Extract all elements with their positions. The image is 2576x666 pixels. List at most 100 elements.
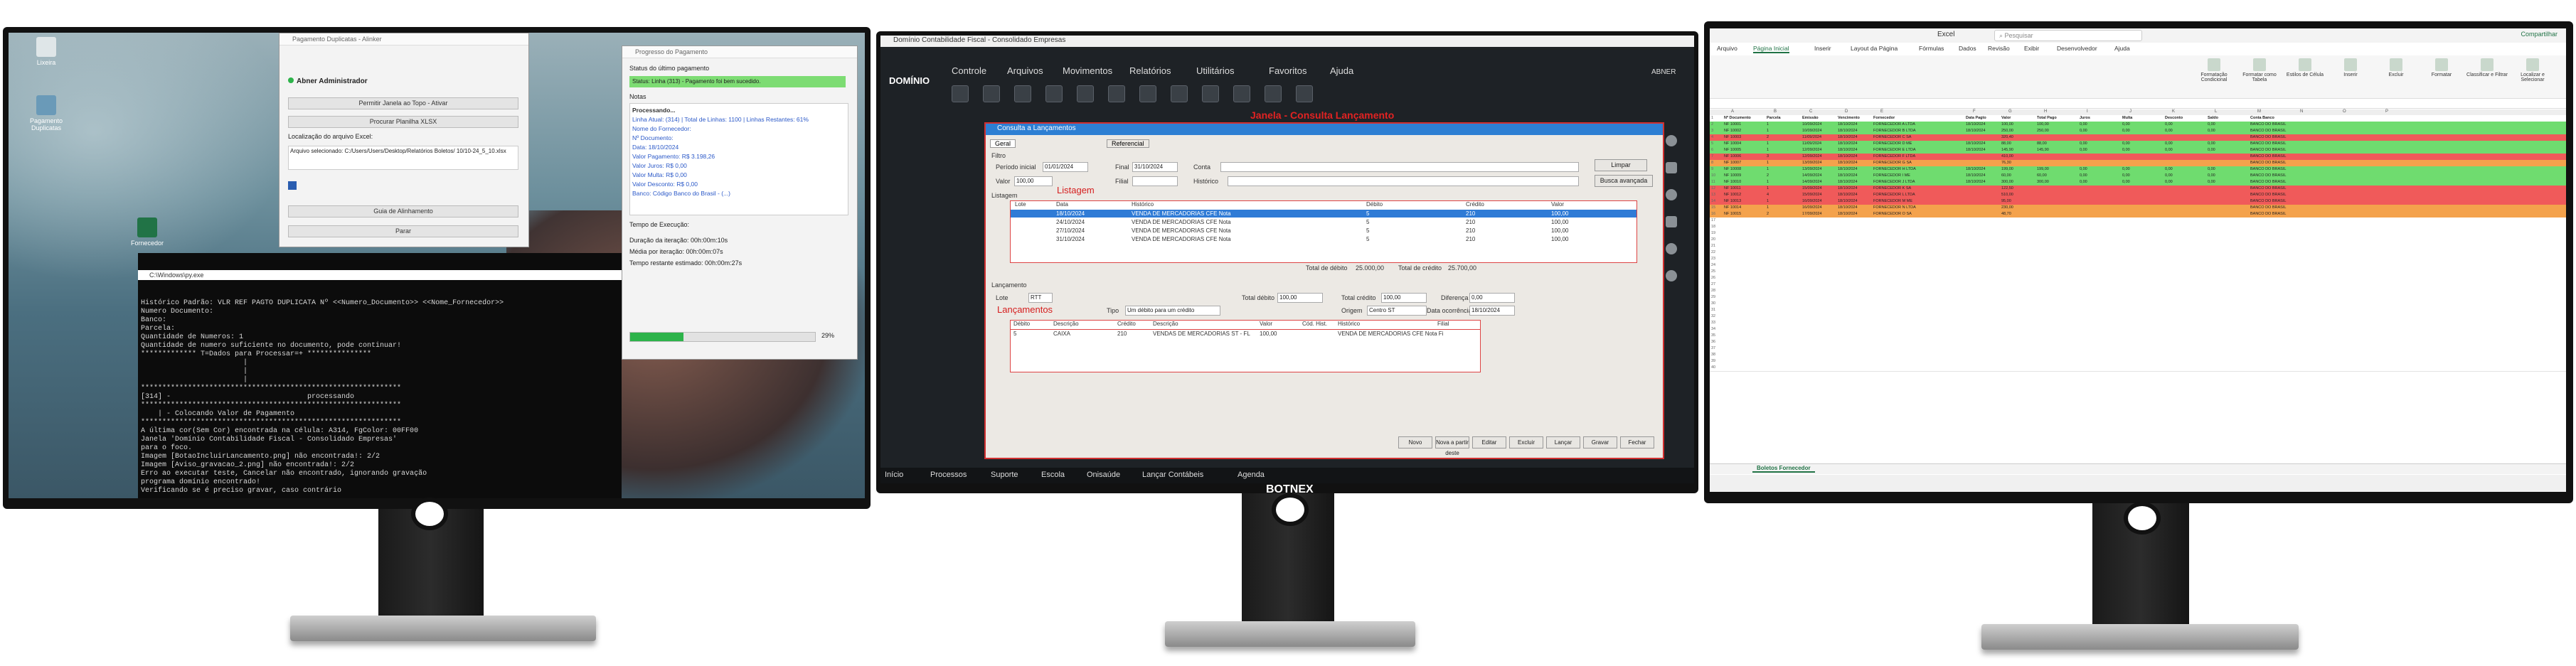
bell-icon[interactable]: [1666, 270, 1677, 281]
column-header[interactable]: O: [2343, 109, 2346, 114]
toolbar-icon[interactable]: [1077, 85, 1094, 102]
dialog-button[interactable]: Novo: [1398, 436, 1432, 449]
guide-button[interactable]: Guia de Alinhamento: [288, 205, 518, 217]
clear-button[interactable]: Limpar: [1595, 159, 1647, 171]
menu-item[interactable]: Ajuda: [1330, 65, 1353, 76]
origem-field[interactable]: Centro ST: [1367, 306, 1427, 316]
tab-referencial[interactable]: Referencial: [1107, 139, 1149, 148]
console-window[interactable]: C:\Windows\py.exe Histórico Padrão: VLR …: [138, 253, 622, 498]
browse-xlsx-button[interactable]: Procurar Planilha XLSX: [288, 116, 518, 128]
taskbar-item[interactable]: Lançar Contábeis: [1142, 471, 1203, 479]
ribbon-tab[interactable]: Fórmulas: [1919, 45, 1944, 52]
taskbar-item[interactable]: Escola: [1041, 471, 1065, 479]
column-header[interactable]: A: [1731, 109, 1734, 114]
share-button[interactable]: Compartilhar: [2521, 31, 2558, 38]
column-header[interactable]: B: [1774, 109, 1777, 114]
column-header[interactable]: N: [2300, 109, 2303, 114]
headset-icon[interactable]: [1666, 243, 1677, 254]
ribbon-tab[interactable]: Revisão: [1988, 45, 2010, 52]
menu-item[interactable]: Arquivos: [1007, 65, 1043, 76]
formula-bar[interactable]: [1710, 100, 2566, 109]
ribbon-button[interactable]: Formatar: [2421, 58, 2462, 77]
column-header[interactable]: H: [2044, 109, 2047, 114]
toolbar-icon[interactable]: [1233, 85, 1250, 102]
taskbar-item[interactable]: Início: [885, 471, 903, 479]
taskbar-item[interactable]: Suporte: [991, 471, 1018, 479]
toolbar-icon[interactable]: [952, 85, 969, 102]
conta-field[interactable]: [1220, 162, 1579, 172]
lote-field[interactable]: RTT: [1028, 293, 1053, 303]
camera-icon[interactable]: [1666, 162, 1677, 173]
data-ocorrencia-field[interactable]: 18/10/2024: [1469, 306, 1515, 316]
dialog-button[interactable]: Editar: [1472, 436, 1506, 449]
taskbar-item[interactable]: Agenda: [1238, 471, 1265, 479]
print-icon[interactable]: [1666, 216, 1677, 227]
table-row[interactable]: 31/10/2024 VENDA DE MERCADORIAS CFE Nota 5…: [1011, 235, 1636, 243]
toolbar-icon[interactable]: [1108, 85, 1125, 102]
filial-field[interactable]: [1132, 176, 1178, 186]
topmost-button[interactable]: Permitir Janela ao Topo - Ativar: [288, 97, 518, 109]
toolbar-icon[interactable]: [1139, 85, 1156, 102]
toolbar-icon[interactable]: [1045, 85, 1063, 102]
toolbar-icon[interactable]: [1014, 85, 1031, 102]
ribbon-button[interactable]: Formatar como Tabela: [2239, 58, 2280, 82]
ribbon-button[interactable]: Localizar e Selecionar: [2512, 58, 2553, 82]
valor-field[interactable]: 100,00: [1014, 176, 1053, 186]
spreadsheet-grid[interactable]: 1 Nº Documento Parcela Emissão Vencimento For…: [1710, 115, 2566, 462]
ribbon-tab[interactable]: Desenvolvedor: [2057, 45, 2097, 52]
excel-search[interactable]: ⌕ Pesquisar: [1994, 30, 2142, 41]
ribbon-tab[interactable]: Ajuda: [2114, 45, 2130, 52]
period-start-field[interactable]: 01/01/2024: [1043, 162, 1088, 172]
column-header[interactable]: J: [2129, 109, 2131, 114]
ribbon-tab[interactable]: Dados: [1959, 45, 1976, 52]
column-header[interactable]: G: [2008, 109, 2012, 114]
desktop-icon-folder[interactable]: Fornecedor: [122, 217, 172, 247]
dialog-button[interactable]: Fechar: [1620, 436, 1654, 449]
menu-item[interactable]: Relatórios: [1129, 65, 1171, 76]
ribbon-button[interactable]: Estilos de Célula: [2284, 58, 2326, 77]
dialog-button[interactable]: Excluir: [1509, 436, 1543, 449]
sheet-tab[interactable]: Boletos Fornecedor: [1752, 465, 1815, 473]
toolbar-icon[interactable]: [1296, 85, 1313, 102]
ribbon-button[interactable]: Inserir: [2330, 58, 2371, 77]
desktop-icon-app[interactable]: Pagamento Duplicatas: [21, 95, 71, 131]
toolbar-icon[interactable]: [983, 85, 1000, 102]
column-header[interactable]: K: [2172, 109, 2175, 114]
taskbar-item[interactable]: Processos: [930, 471, 967, 479]
table-row[interactable]: 27/10/2024 VENDA DE MERCADORIAS CFE Nota 5…: [1011, 227, 1636, 235]
period-end-field[interactable]: 31/10/2024: [1132, 162, 1178, 172]
dialog-button[interactable]: Nova a partir deste: [1435, 436, 1469, 456]
entry-row[interactable]: 5 CAIXA 210 VENDAS DE MERCADORIAS ST - FL 10…: [1011, 331, 1480, 339]
tipo-select[interactable]: Um débito para um crédito: [1125, 306, 1220, 316]
table-row[interactable]: 40: [1710, 365, 2566, 372]
settings-icon[interactable]: [1666, 135, 1677, 146]
toolbar-icon[interactable]: [1202, 85, 1219, 102]
ribbon-tab[interactable]: Inserir: [1814, 45, 1831, 52]
ribbon-tab[interactable]: Layout da Página: [1851, 45, 1898, 52]
dialog-button[interactable]: Lançar: [1546, 436, 1580, 449]
ribbon-tab[interactable]: Exibir: [2024, 45, 2039, 52]
ribbon-button[interactable]: Excluir: [2375, 58, 2417, 77]
ribbon-tab[interactable]: Página Inicial: [1753, 45, 1789, 53]
menu-item[interactable]: Utilitários: [1196, 65, 1234, 76]
column-header[interactable]: E: [1880, 109, 1883, 114]
historico-field[interactable]: [1228, 176, 1579, 186]
dialog-button[interactable]: Gravar: [1583, 436, 1617, 449]
table-row[interactable]: 18/10/2024 VENDA DE MERCADORIAS CFE Nota 5…: [1011, 210, 1636, 217]
taskbar-item[interactable]: Onisaúde: [1087, 471, 1120, 479]
menu-item[interactable]: Movimentos: [1063, 65, 1112, 76]
play-icon[interactable]: [1666, 189, 1677, 200]
column-header[interactable]: D: [1845, 109, 1848, 114]
tab-geral[interactable]: Geral: [990, 139, 1016, 148]
column-header[interactable]: I: [2087, 109, 2088, 114]
column-header[interactable]: M: [2257, 109, 2261, 114]
column-header[interactable]: F: [1973, 109, 1976, 114]
menu-item[interactable]: Controle: [952, 65, 986, 76]
menu-item[interactable]: Favoritos: [1269, 65, 1306, 76]
toolbar-icon[interactable]: [1171, 85, 1188, 102]
column-header[interactable]: C: [1809, 109, 1812, 114]
column-header[interactable]: L: [2215, 109, 2217, 114]
table-row[interactable]: 24/10/2024 VENDA DE MERCADORIAS CFE Nota 5…: [1011, 218, 1636, 226]
ribbon-button[interactable]: Classificar e Filtrar: [2466, 58, 2508, 77]
column-header[interactable]: P: [2385, 109, 2388, 114]
